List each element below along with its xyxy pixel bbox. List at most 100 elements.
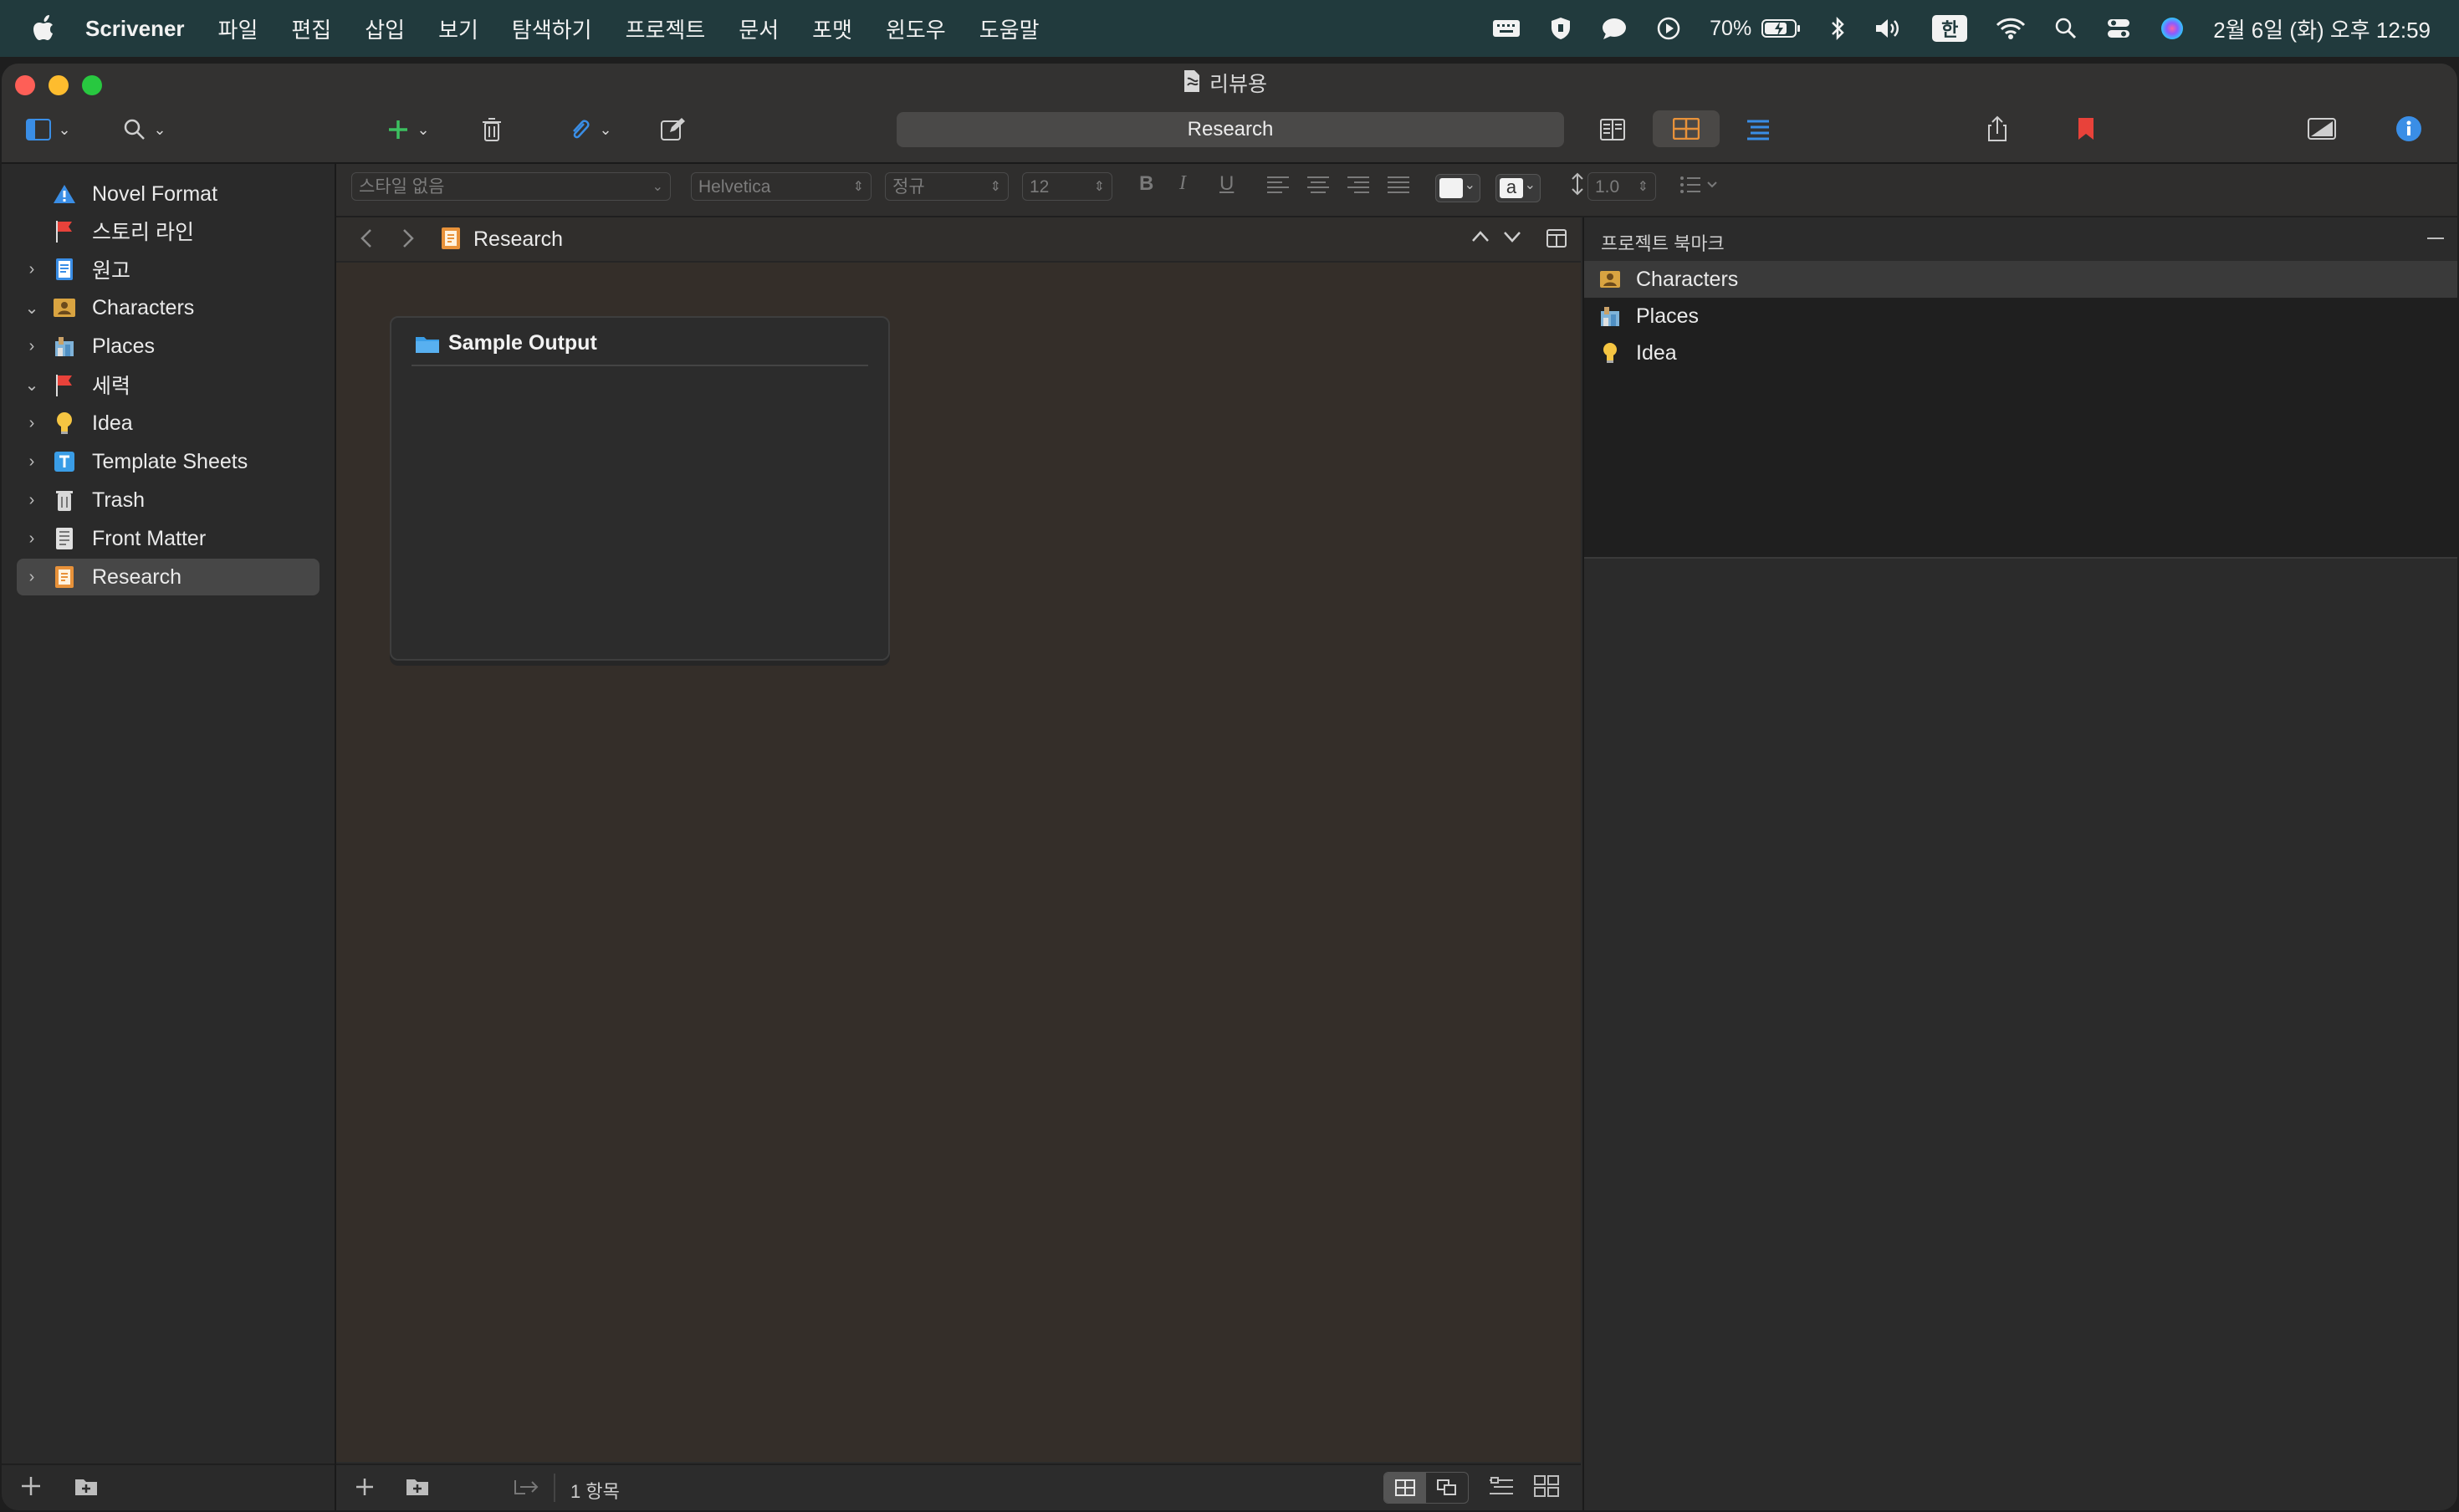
siri-icon[interactable] xyxy=(2160,16,2185,41)
binder-item-idea[interactable]: › Idea xyxy=(2,405,335,442)
chevron-right-icon[interactable]: › xyxy=(23,568,40,587)
chevron-down-icon[interactable]: ⌄ xyxy=(23,375,40,396)
menu-format[interactable]: 포맷 xyxy=(812,13,852,44)
add-folder-icon[interactable] xyxy=(405,1475,430,1501)
menu-view[interactable]: 보기 xyxy=(438,13,478,44)
binder-toggle-button[interactable]: ⌄ xyxy=(23,114,74,146)
menu-help[interactable]: 도움말 xyxy=(979,13,1040,44)
wifi-icon[interactable] xyxy=(1996,17,2026,40)
minimize-window-button[interactable] xyxy=(49,75,69,95)
keyboard-icon[interactable] xyxy=(1492,18,1521,38)
collapse-icon[interactable] xyxy=(2427,238,2444,239)
style-value: 스타일 없음 xyxy=(359,177,445,197)
menu-documents[interactable]: 문서 xyxy=(739,13,779,44)
card-size-icon[interactable] xyxy=(1534,1475,1559,1503)
underline-button[interactable]: U xyxy=(1219,172,1234,196)
add-folder-icon[interactable] xyxy=(74,1475,99,1501)
spotlight-search-icon[interactable] xyxy=(2054,17,2078,40)
inspector-toggle-button[interactable] xyxy=(2392,112,2426,146)
bold-button[interactable]: B xyxy=(1139,172,1153,196)
menu-app-name[interactable]: Scrivener xyxy=(85,16,185,42)
chevron-right-icon[interactable]: › xyxy=(23,452,40,472)
binder-item-places[interactable]: › Places xyxy=(2,328,335,365)
split-view-button[interactable] xyxy=(1596,114,1629,146)
binder-item-story-line[interactable]: 스토리 라인 xyxy=(2,212,335,249)
chevron-right-icon[interactable]: › xyxy=(23,260,40,279)
research-icon[interactable] xyxy=(440,227,462,254)
menu-edit[interactable]: 편집 xyxy=(291,13,331,44)
input-method-badge[interactable]: 한 xyxy=(1932,15,1968,42)
font-size-select[interactable]: 12 ⇕ xyxy=(1022,172,1112,201)
menu-window[interactable]: 윈도우 xyxy=(886,13,946,44)
align-center-icon[interactable] xyxy=(1306,176,1330,200)
grid-view-icon[interactable] xyxy=(1384,1473,1426,1503)
menu-insert[interactable]: 삽입 xyxy=(365,13,405,44)
apple-icon[interactable] xyxy=(33,15,57,42)
trash-button[interactable] xyxy=(475,114,509,146)
bluetooth-icon[interactable] xyxy=(1830,16,1845,41)
italic-button[interactable]: I xyxy=(1179,172,1186,195)
menu-navigate[interactable]: 탐색하기 xyxy=(512,13,592,44)
attachment-button[interactable]: ⌄ xyxy=(559,114,622,146)
freeform-view-icon[interactable] xyxy=(1426,1473,1468,1503)
split-editor-icon[interactable] xyxy=(1546,227,1567,253)
font-family-select[interactable]: Helvetica ⇕ xyxy=(691,172,872,201)
add-icon[interactable] xyxy=(355,1477,375,1501)
binder-item-factions[interactable]: ⌄ 세력 xyxy=(2,366,335,403)
control-center-icon[interactable] xyxy=(2106,17,2131,40)
binder-item-characters[interactable]: ⌄ Characters xyxy=(2,289,335,326)
card-settings-icon[interactable] xyxy=(1489,1477,1514,1501)
shield-icon[interactable] xyxy=(1549,16,1572,41)
close-window-button[interactable] xyxy=(15,75,35,95)
bookmark-button[interactable] xyxy=(2069,112,2103,146)
search-menu-button[interactable]: ⌄ xyxy=(115,114,174,146)
binder-item-research[interactable]: › Research xyxy=(17,559,320,595)
chevron-down-icon[interactable] xyxy=(1502,229,1522,248)
align-left-icon[interactable] xyxy=(1266,176,1290,200)
index-card[interactable]: Sample Output xyxy=(390,316,890,661)
style-select[interactable]: 스타일 없음 ⌄ xyxy=(351,172,671,201)
chevron-right-icon[interactable]: › xyxy=(23,529,40,549)
composition-mode-button[interactable] xyxy=(2303,112,2340,146)
forward-arrow-icon[interactable] xyxy=(401,227,415,253)
chevron-right-icon[interactable]: › xyxy=(23,491,40,510)
share-button[interactable] xyxy=(1981,112,2014,146)
bookmark-item-idea[interactable]: Idea xyxy=(1584,335,2457,371)
bookmark-preview-area[interactable] xyxy=(1584,559,2457,1510)
back-arrow-icon[interactable] xyxy=(360,227,373,253)
document-proxy-icon[interactable] xyxy=(1181,69,1203,98)
highlight-color-well[interactable]: a ⌄ xyxy=(1495,174,1541,202)
binder-item-front-matter[interactable]: › Front Matter xyxy=(2,520,335,557)
binder-item-manuscript[interactable]: › 원고 xyxy=(2,251,335,288)
typeface-select[interactable]: 정규 ⇕ xyxy=(885,172,1009,201)
list-style-icon[interactable] xyxy=(1679,176,1720,200)
move-out-icon[interactable] xyxy=(514,1477,539,1501)
menu-project[interactable]: 프로젝트 xyxy=(626,13,706,44)
play-circle-icon[interactable] xyxy=(1656,16,1681,41)
menubar-clock[interactable]: 2월 6일 (화) 오후 12:59 xyxy=(2213,13,2431,44)
zoom-window-button[interactable] xyxy=(82,75,102,95)
volume-icon[interactable] xyxy=(1874,17,1904,40)
chevron-down-icon[interactable]: ⌄ xyxy=(23,298,40,319)
line-spacing-select[interactable]: 1.0 ⇕ xyxy=(1587,172,1656,201)
chat-bubble-icon[interactable] xyxy=(1601,17,1628,40)
outliner-view-button[interactable] xyxy=(1741,114,1775,146)
align-right-icon[interactable] xyxy=(1347,176,1370,200)
chevron-right-icon[interactable]: › xyxy=(23,337,40,356)
compose-button[interactable] xyxy=(656,114,689,146)
bookmark-item-places[interactable]: Places xyxy=(1584,298,2457,335)
battery-icon[interactable] xyxy=(1761,18,1802,38)
add-icon[interactable] xyxy=(20,1475,42,1501)
add-document-button[interactable]: ⌄ xyxy=(376,114,440,146)
corkboard-view-button[interactable] xyxy=(1653,110,1720,147)
text-color-well[interactable]: ⌄ xyxy=(1435,174,1480,202)
binder-item-novel-format[interactable]: Novel Format xyxy=(2,176,335,212)
chevron-right-icon[interactable]: › xyxy=(23,414,40,433)
chevron-up-icon[interactable] xyxy=(1470,229,1490,248)
menu-file[interactable]: 파일 xyxy=(218,13,258,44)
bookmark-item-characters[interactable]: Characters xyxy=(1584,261,2457,298)
binder-item-trash[interactable]: › Trash xyxy=(2,482,335,518)
binder-item-template-sheets[interactable]: › Template Sheets xyxy=(2,443,335,480)
align-justify-icon[interactable] xyxy=(1387,176,1410,200)
quick-search-field[interactable]: Research xyxy=(897,112,1564,147)
